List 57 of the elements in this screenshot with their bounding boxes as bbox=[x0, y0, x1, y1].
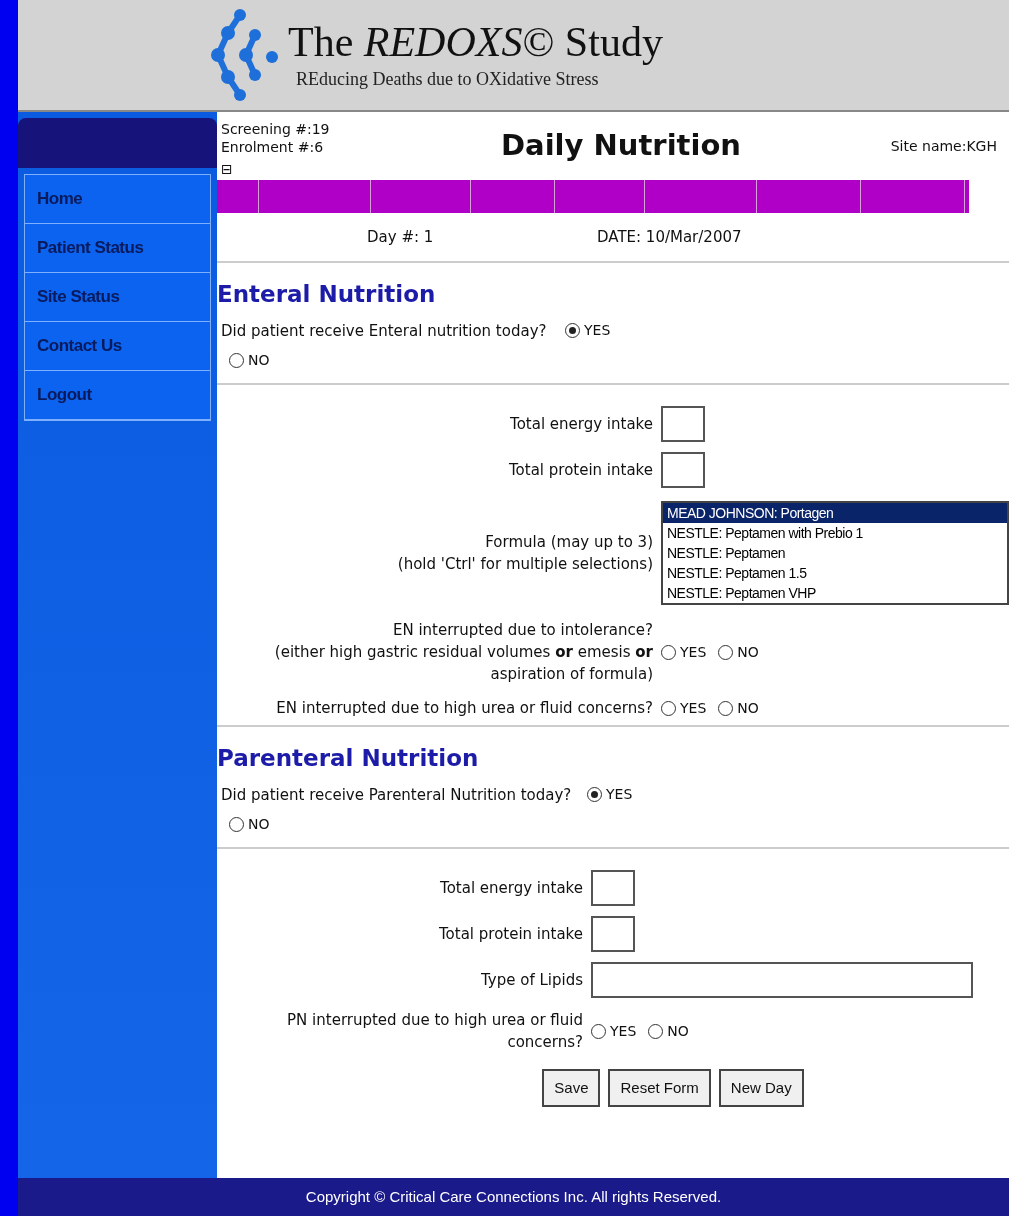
form-button[interactable]: New Day bbox=[718, 1069, 804, 1107]
enrolment-number: Enrolment #:6 bbox=[221, 138, 325, 156]
copyright-text: Copyright © Critical Care Connections Inc. All rights Reserved. bbox=[305, 1186, 722, 1207]
radio-button[interactable] bbox=[661, 644, 676, 660]
radio-option[interactable]: YES bbox=[591, 1020, 637, 1042]
site-name: Site name:KGH bbox=[890, 137, 998, 156]
formula-listbox[interactable]: MEAD JOHNSON: Portagen NESTLE: Peptamen with Prebio 1 NESTLE: Peptamen NESTLE: Peptamen 1.5 NESTLE: Peptamen VHP bbox=[661, 501, 1009, 605]
record-date: DATE: 10/Mar/2007 bbox=[597, 226, 742, 248]
radio-button[interactable] bbox=[229, 353, 244, 368]
field-label: Type of Lipids bbox=[480, 970, 583, 991]
form-button[interactable]: Reset Form bbox=[608, 1069, 711, 1107]
field-label: Total protein intake bbox=[437, 924, 583, 945]
listbox-option[interactable]: NESTLE: Peptamen with Prebio 1 bbox=[663, 523, 1007, 543]
field-label: PN interrupted due to high urea or fluid concerns? bbox=[286, 1010, 583, 1053]
radio-option[interactable]: NO bbox=[718, 697, 759, 719]
site-subtitle: REducing Deaths due to OXidative Stress bbox=[295, 67, 600, 91]
collapse-toggle[interactable]: ⊟ bbox=[221, 160, 461, 178]
field-label: EN interrupted due to high urea or fluid concerns? bbox=[275, 698, 653, 719]
section-heading: Parenteral Nutrition bbox=[217, 744, 480, 773]
listbox-option[interactable]: NESTLE: Peptamen VHP bbox=[663, 583, 1007, 603]
input-field[interactable] bbox=[591, 962, 973, 998]
input-field[interactable] bbox=[661, 406, 705, 442]
form-button[interactable]: Save bbox=[542, 1069, 601, 1107]
field-label: Formula (may up to 3) (hold 'Ctrl' for multiple selections) bbox=[396, 532, 653, 575]
input-field[interactable] bbox=[591, 916, 635, 952]
radio-option[interactable]: YES bbox=[661, 641, 707, 663]
screening-number: Screening #:19 bbox=[221, 120, 331, 138]
radio-button[interactable] bbox=[661, 700, 676, 716]
radio-button[interactable] bbox=[718, 700, 734, 716]
field-label: Total energy intake bbox=[509, 414, 653, 435]
radio-option[interactable]: NO bbox=[229, 814, 270, 835]
radio-button[interactable] bbox=[587, 787, 602, 803]
radio-button[interactable] bbox=[565, 323, 580, 339]
radio-option[interactable]: YES bbox=[661, 697, 707, 719]
radio-button[interactable] bbox=[648, 1023, 664, 1039]
field-label: Total energy intake bbox=[439, 878, 583, 899]
field-label: EN interrupted due to intolerance? (either high gastric residual volumes or emesis or aspiration of formula) bbox=[273, 620, 653, 685]
listbox-option[interactable]: MEAD JOHNSON: Portagen bbox=[663, 503, 1007, 523]
input-field[interactable] bbox=[591, 870, 635, 906]
listbox-option[interactable]: NESTLE: Peptamen bbox=[663, 543, 1007, 563]
field-label: Total protein intake bbox=[507, 460, 653, 481]
radio-option[interactable]: NO bbox=[229, 350, 270, 371]
section-heading: Enteral Nutrition bbox=[217, 280, 437, 309]
radio-option[interactable]: YES bbox=[587, 784, 633, 806]
day-number: Day #: 1 bbox=[366, 226, 435, 248]
radio-option[interactable]: YES bbox=[565, 320, 611, 342]
radio-button[interactable] bbox=[718, 644, 734, 660]
question-text: Did patient receive Parenteral Nutrition today? bbox=[221, 784, 573, 806]
input-field[interactable] bbox=[661, 452, 705, 488]
listbox-option[interactable]: NESTLE: Peptamen 1.5 bbox=[663, 563, 1007, 583]
radio-button[interactable] bbox=[229, 817, 244, 832]
radio-option[interactable]: NO bbox=[718, 641, 759, 663]
question-text: Did patient receive Enteral nutrition today? bbox=[221, 320, 548, 342]
site-title: The REDOXS© Study bbox=[288, 17, 663, 66]
radio-option[interactable]: NO bbox=[648, 1020, 689, 1042]
page-title: Daily Nutrition bbox=[500, 127, 742, 164]
radio-button[interactable] bbox=[591, 1023, 606, 1039]
